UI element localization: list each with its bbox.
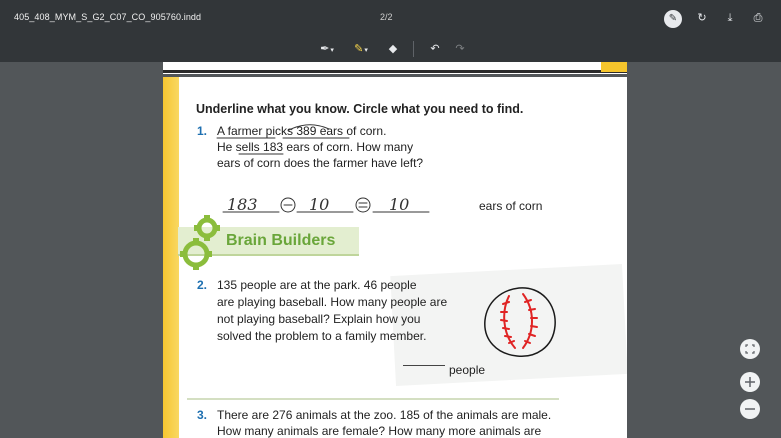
toolbar-divider xyxy=(413,41,414,57)
equals-circle xyxy=(355,197,371,213)
redo-icon: ↷ xyxy=(455,43,465,55)
print-icon[interactable]: ⎙ xyxy=(750,10,766,26)
answer-unit-ears: ears of corn xyxy=(479,199,543,213)
ink-arc xyxy=(288,124,330,131)
question-3-line-1: There are 276 animals at the zoo. 185 of… xyxy=(217,408,552,422)
pen-tool-button[interactable]: ✒▾ xyxy=(316,41,338,57)
question-3-line-2: How many animals are female? How many mo… xyxy=(217,424,542,438)
undo-icon: ↶ xyxy=(430,43,440,55)
question-3-number: 3. xyxy=(197,408,208,422)
handwritten-answer-10: 10 xyxy=(389,195,409,214)
undo-button[interactable]: ↶ xyxy=(427,41,443,57)
baseball-drawing xyxy=(484,287,556,357)
chevron-down-icon: ▾ xyxy=(330,47,334,54)
download-icon[interactable]: ⤓ xyxy=(722,10,738,26)
handwritten-answer: 183 10 10 xyxy=(222,195,430,214)
annotation-toolbar: ✒▾ ✎▾ ◆ ↶ ↷ xyxy=(0,36,781,62)
document-page: Underline what you know. Circle what you… xyxy=(163,62,627,438)
question-2-line-3: not playing baseball? Explain how you xyxy=(217,312,421,326)
question-2-line-2: are playing baseball. How many people ar… xyxy=(217,295,448,309)
redo-button[interactable]: ↷ xyxy=(452,41,468,57)
question-1-answer-row: 183 10 10 ears of corn xyxy=(221,188,561,216)
rotate-icon[interactable]: ↻ xyxy=(694,10,710,26)
handwritten-10: 10 xyxy=(309,195,329,214)
section-divider xyxy=(187,398,559,400)
question-2-line-4: solved the problem to a family member. xyxy=(217,329,427,343)
fit-page-button[interactable] xyxy=(740,339,760,359)
gears-icon xyxy=(180,215,220,270)
zoom-out-button[interactable] xyxy=(740,399,760,419)
annotate-pen-icon[interactable]: ✎ xyxy=(664,10,682,28)
highlighter-tool-button[interactable]: ✎▾ xyxy=(350,41,372,57)
eraser-icon: ◆ xyxy=(388,43,398,55)
question-2-number: 2. xyxy=(197,278,208,292)
viewer-top-bar: 405_408_MYM_S_G2_C07_CO_905760.indd 2/2 … xyxy=(0,0,781,36)
answer-unit-people: people xyxy=(449,363,486,377)
question-2-line-1: 135 people are at the park. 46 people xyxy=(217,278,417,292)
handwritten-183: 183 xyxy=(227,195,258,214)
file-name: 405_408_MYM_S_G2_C07_CO_905760.indd xyxy=(14,12,202,22)
highlighter-icon: ✎ xyxy=(354,43,364,55)
people-answer-blank xyxy=(403,365,445,366)
page-counter: 2/2 xyxy=(380,12,393,22)
zoom-in-button[interactable] xyxy=(740,372,760,392)
chevron-down-icon: ▾ xyxy=(364,47,368,54)
zoom-controls xyxy=(740,339,760,419)
brain-builders-title: Brain Builders xyxy=(226,232,336,249)
eraser-tool-button[interactable]: ◆ xyxy=(385,41,401,57)
pen-icon: ✒ xyxy=(320,43,330,55)
